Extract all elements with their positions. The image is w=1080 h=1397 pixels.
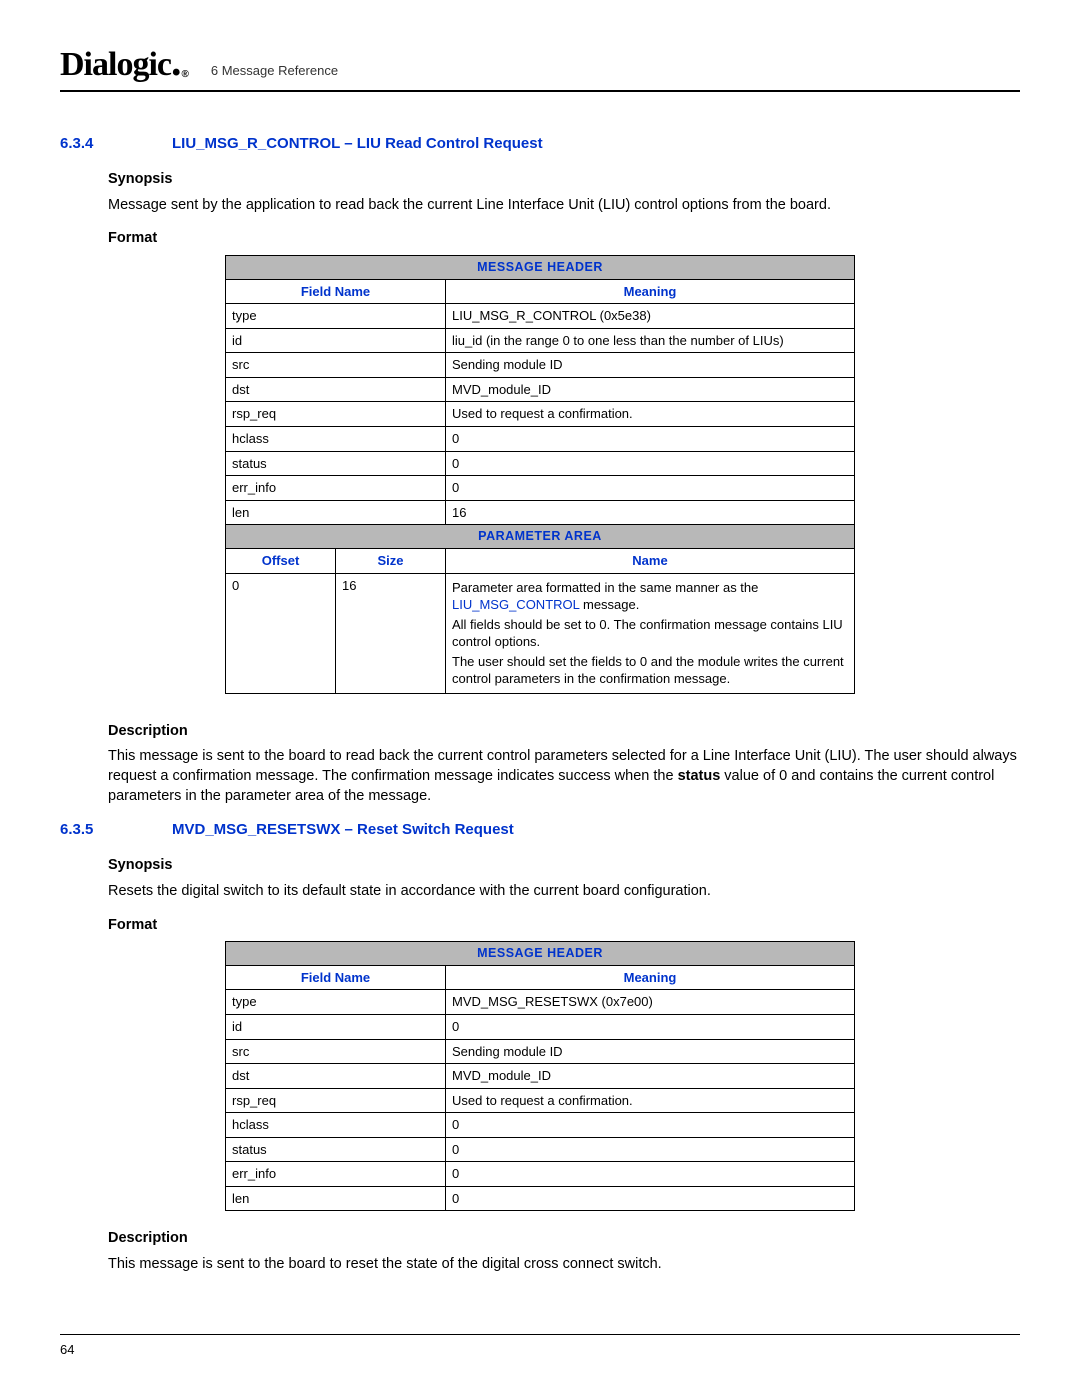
table-row: dstMVD_module_ID	[226, 1064, 855, 1089]
table-row: rsp_reqUsed to request a confirmation.	[226, 402, 855, 427]
field-name-cell: status	[226, 1137, 446, 1162]
table-row: id0	[226, 1015, 855, 1040]
field-name-cell: hclass	[226, 426, 446, 451]
footer-rule	[60, 1334, 1020, 1335]
meaning-cell: 0	[446, 1186, 855, 1211]
param-text: message.	[579, 597, 639, 612]
table-row: status0	[226, 451, 855, 476]
field-name-cell: len	[226, 1186, 446, 1211]
meaning-cell: MVD_module_ID	[446, 377, 855, 402]
table-row: srcSending module ID	[226, 1039, 855, 1064]
field-name-cell: err_info	[226, 1162, 446, 1187]
synopsis-heading: Synopsis	[108, 170, 1020, 190]
table-row: typeMVD_MSG_RESETSWX (0x7e00)	[226, 990, 855, 1015]
table-row: typeLIU_MSG_R_CONTROL (0x5e38)	[226, 304, 855, 329]
meaning-cell: Used to request a confirmation.	[446, 1088, 855, 1113]
meaning-cell: 0	[446, 1137, 855, 1162]
page-number: 64	[60, 1341, 74, 1359]
meaning-cell: Used to request a confirmation.	[446, 402, 855, 427]
section-number: 6.3.4	[60, 134, 172, 154]
registered-mark: ®	[182, 68, 188, 82]
liu-msg-control-link[interactable]: LIU_MSG_CONTROL	[452, 597, 579, 612]
meaning-cell: 16	[446, 500, 855, 525]
table-row: hclass0	[226, 1113, 855, 1138]
brand-logo: Dialogic.®	[60, 42, 187, 88]
param-text: Parameter area formatted in the same man…	[452, 580, 758, 595]
table-row: err_info0	[226, 1162, 855, 1187]
format-heading: Format	[108, 916, 1020, 936]
col-name: Name	[446, 549, 855, 574]
format-heading: Format	[108, 229, 1020, 249]
table-band: PARAMETER AREA	[226, 525, 855, 549]
col-meaning: Meaning	[446, 965, 855, 990]
col-meaning: Meaning	[446, 279, 855, 304]
table-row: len0	[226, 1186, 855, 1211]
table-row: err_info0	[226, 476, 855, 501]
meaning-cell: LIU_MSG_R_CONTROL (0x5e38)	[446, 304, 855, 329]
field-name-cell: rsp_req	[226, 1088, 446, 1113]
table-row: rsp_reqUsed to request a confirmation.	[226, 1088, 855, 1113]
meaning-cell: 0	[446, 476, 855, 501]
field-name-cell: dst	[226, 1064, 446, 1089]
meaning-cell: MVD_MSG_RESETSWX (0x7e00)	[446, 990, 855, 1015]
meaning-cell: 0	[446, 451, 855, 476]
field-name-cell: dst	[226, 377, 446, 402]
param-text: The user should set the fields to 0 and …	[452, 653, 848, 688]
description-heading: Description	[108, 722, 1020, 742]
section-heading-635: 6.3.5 MVD_MSG_RESETSWX – Reset Switch Re…	[60, 820, 1020, 840]
meaning-cell: 0	[446, 1113, 855, 1138]
meaning-cell: Sending module ID	[446, 353, 855, 378]
param-text: All fields should be set to 0. The confi…	[452, 616, 848, 651]
field-name-cell: id	[226, 1015, 446, 1040]
section-title: MVD_MSG_RESETSWX – Reset Switch Request	[172, 820, 514, 840]
field-name-cell: err_info	[226, 476, 446, 501]
field-name-cell: status	[226, 451, 446, 476]
message-header-table-1: MESSAGE HEADER Field Name Meaning typeLI…	[225, 255, 855, 694]
field-name-cell: type	[226, 304, 446, 329]
field-name-cell: len	[226, 500, 446, 525]
synopsis-text: Message sent by the application to read …	[108, 196, 1020, 216]
col-field-name: Field Name	[226, 965, 446, 990]
meaning-cell: Sending module ID	[446, 1039, 855, 1064]
table-band: MESSAGE HEADER	[226, 255, 855, 279]
breadcrumb: 6 Message Reference	[211, 62, 338, 80]
table-row: idliu_id (in the range 0 to one less tha…	[226, 328, 855, 353]
field-name-cell: type	[226, 990, 446, 1015]
table-row: status0	[226, 1137, 855, 1162]
table-band: MESSAGE HEADER	[226, 942, 855, 966]
table-row: len16	[226, 500, 855, 525]
meaning-cell: liu_id (in the range 0 to one less than …	[446, 328, 855, 353]
section-title: LIU_MSG_R_CONTROL – LIU Read Control Req…	[172, 134, 543, 154]
description-text: This message is sent to the board to res…	[108, 1255, 1020, 1275]
table-row: hclass0	[226, 426, 855, 451]
description-heading: Description	[108, 1229, 1020, 1249]
description-text: This message is sent to the board to rea…	[108, 747, 1020, 806]
table-row: dstMVD_module_ID	[226, 377, 855, 402]
page-header: Dialogic.® 6 Message Reference	[60, 42, 1020, 92]
col-size: Size	[336, 549, 446, 574]
meaning-cell: 0	[446, 1162, 855, 1187]
meaning-cell: MVD_module_ID	[446, 1064, 855, 1089]
table-row: srcSending module ID	[226, 353, 855, 378]
meaning-cell: 0	[446, 426, 855, 451]
section-number: 6.3.5	[60, 820, 172, 840]
field-name-cell: src	[226, 1039, 446, 1064]
param-size: 16	[336, 573, 446, 693]
synopsis-text: Resets the digital switch to its default…	[108, 882, 1020, 902]
field-name-cell: hclass	[226, 1113, 446, 1138]
col-field-name: Field Name	[226, 279, 446, 304]
col-offset: Offset	[226, 549, 336, 574]
field-name-cell: rsp_req	[226, 402, 446, 427]
meaning-cell: 0	[446, 1015, 855, 1040]
page: Dialogic.® 6 Message Reference 6.3.4 LIU…	[0, 0, 1080, 1397]
status-bold: status	[678, 768, 721, 784]
param-name: Parameter area formatted in the same man…	[446, 573, 855, 693]
message-header-table-2: MESSAGE HEADER Field Name Meaning typeMV…	[225, 941, 855, 1211]
synopsis-heading: Synopsis	[108, 856, 1020, 876]
section-heading-634: 6.3.4 LIU_MSG_R_CONTROL – LIU Read Contr…	[60, 134, 1020, 154]
param-offset: 0	[226, 573, 336, 693]
field-name-cell: src	[226, 353, 446, 378]
field-name-cell: id	[226, 328, 446, 353]
